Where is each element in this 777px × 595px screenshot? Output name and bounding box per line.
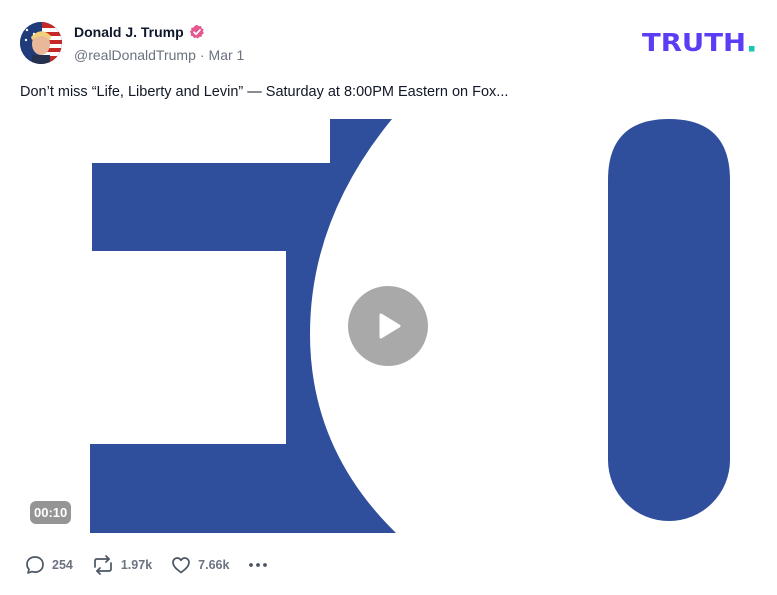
author-block: Donald J. Trump @realDonaldTrump · Mar 1 [74, 23, 244, 63]
post-actions: 254 1.97k 7.66k [24, 553, 269, 577]
video-duration: 00:10 [30, 501, 72, 524]
truth-logo-text: TRUTH [642, 30, 746, 54]
reply-count: 254 [52, 558, 73, 572]
post-meta: @realDonaldTrump · Mar 1 [74, 47, 244, 63]
more-icon [249, 563, 268, 567]
avatar[interactable] [20, 22, 62, 64]
post-text: Don’t miss “Life, Liberty and Levin” — S… [20, 84, 509, 100]
post-date[interactable]: Mar 1 [209, 47, 245, 63]
retruth-button[interactable]: 1.97k [91, 554, 152, 576]
reply-button[interactable]: 254 [24, 554, 73, 576]
like-count: 7.66k [198, 558, 230, 572]
meta-separator: · [199, 47, 205, 63]
post-header: Donald J. Trump @realDonaldTrump · Mar 1… [20, 22, 760, 66]
author-name[interactable]: Donald J. Trump [74, 24, 184, 40]
retruth-icon [94, 555, 112, 575]
more-options-button[interactable] [247, 554, 269, 576]
retruth-count: 1.97k [120, 558, 153, 572]
play-icon [379, 313, 401, 339]
video-player[interactable]: 00:10 [20, 119, 757, 533]
truth-logo[interactable]: TRUTH [642, 28, 758, 57]
like-button[interactable]: 7.66k [170, 554, 229, 576]
like-icon [172, 557, 190, 574]
verified-badge-icon [189, 24, 205, 40]
reply-icon [26, 556, 44, 574]
play-button[interactable] [348, 286, 428, 366]
author-handle[interactable]: @realDonaldTrump [74, 47, 196, 63]
